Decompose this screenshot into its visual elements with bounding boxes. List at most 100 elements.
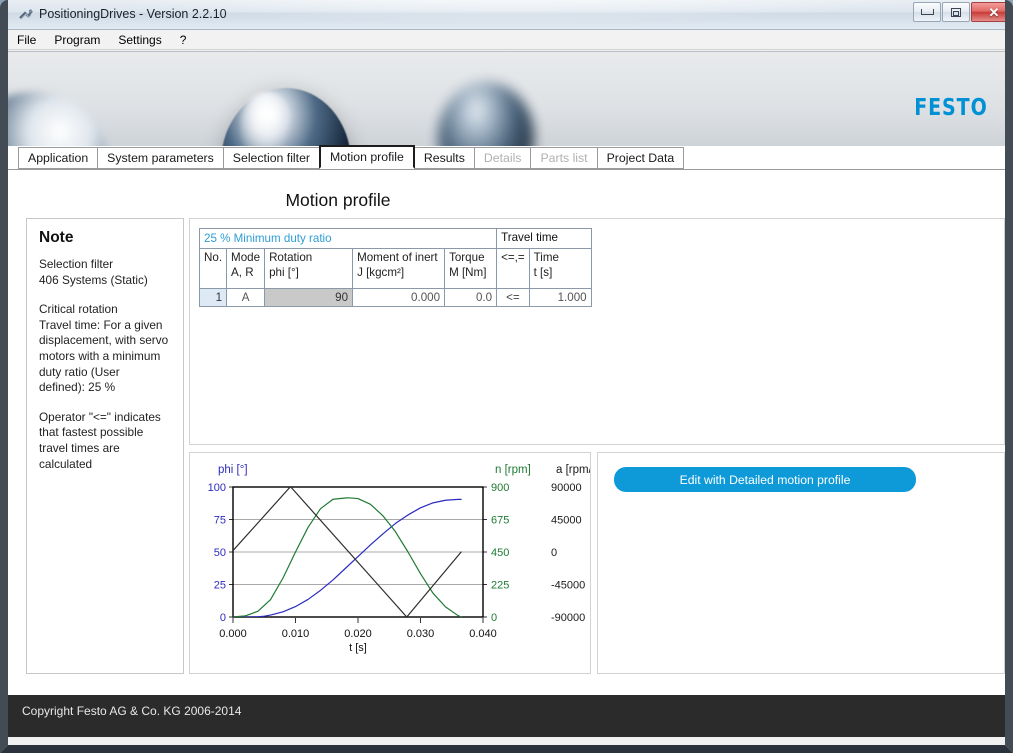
banner-sphere-left xyxy=(8,92,108,147)
note-line: Critical rotation xyxy=(39,302,118,317)
note-heading: Note xyxy=(39,229,74,246)
group-header-duty-ratio: 25 % Minimum duty ratio xyxy=(198,228,498,249)
cell-time[interactable]: 1.000 xyxy=(528,288,592,307)
tab-application[interactable]: Application xyxy=(18,147,99,169)
tab-parts-list: Parts list xyxy=(530,147,598,169)
tab-results[interactable]: Results xyxy=(413,147,475,169)
col-header-rotation: Rotation phi [°] xyxy=(264,248,354,289)
note-line: 406 Systems (Static) xyxy=(39,272,148,287)
svg-text:675: 675 xyxy=(491,515,509,527)
svg-text:225: 225 xyxy=(491,580,509,592)
svg-text:phi [°]: phi [°] xyxy=(218,464,248,476)
col-header-operator: <=,= xyxy=(496,248,530,289)
table-header-row: No. Mode A, R Rotation phi [°] Moment of… xyxy=(198,248,592,289)
minimize-button[interactable] xyxy=(913,2,941,22)
svg-text:0: 0 xyxy=(551,547,557,559)
status-bar: Copyright Festo AG & Co. KG 2006-2014 xyxy=(8,695,1005,737)
col-header-rotation-line1: Rotation xyxy=(269,251,313,264)
svg-text:0: 0 xyxy=(491,612,497,624)
svg-text:75: 75 xyxy=(214,515,226,527)
col-header-no: No. xyxy=(198,248,228,289)
col-header-time-line1: Time xyxy=(533,251,559,264)
menu-item-file[interactable]: File xyxy=(8,31,45,49)
tab-project-data[interactable]: Project Data xyxy=(596,147,685,169)
note-line: Operator "<=" indicates xyxy=(39,409,161,424)
motion-profile-table-panel: 25 % Minimum duty ratio Travel time No. … xyxy=(189,218,1005,445)
col-header-mode: Mode A, R xyxy=(226,248,266,289)
table-group-header-row: 25 % Minimum duty ratio Travel time xyxy=(198,228,592,249)
tab-strip: Application System parameters Selection … xyxy=(8,145,1005,170)
col-header-time: Time t [s] xyxy=(528,248,592,289)
copyright-text: Copyright Festo AG & Co. KG 2006-2014 xyxy=(22,704,242,718)
cell-no: 1 xyxy=(198,288,228,307)
svg-text:25: 25 xyxy=(214,580,226,592)
svg-text:0.020: 0.020 xyxy=(344,628,372,640)
note-spacer xyxy=(39,288,171,302)
svg-text:100: 100 xyxy=(208,482,226,494)
page-content: Motion profile Note Selection filter 406… xyxy=(8,170,1005,695)
col-header-no-line1: No. xyxy=(204,251,223,264)
col-header-torque-line1: Torque xyxy=(449,251,485,264)
col-header-moment-line1: Moment of inert xyxy=(357,251,438,264)
svg-text:a [rpm/s]: a [rpm/s] xyxy=(556,464,590,476)
close-icon: ✕ xyxy=(988,4,1000,20)
tab-details: Details xyxy=(473,147,532,169)
table-row[interactable]: 1 A 90 0.000 0.0 <= 1.000 xyxy=(198,288,592,307)
brand-banner: FESTO xyxy=(8,51,1005,147)
group-header-travel-time: Travel time xyxy=(496,228,592,249)
svg-text:0.030: 0.030 xyxy=(407,628,435,640)
svg-text:900: 900 xyxy=(491,482,509,494)
col-header-operator-line1: <=,= xyxy=(501,251,525,264)
title-bar: PositioningDrives - Version 2.2.10 ✕ xyxy=(8,0,1005,30)
note-panel: Note Selection filter 406 Systems (Stati… xyxy=(26,218,184,674)
menu-bar: File Program Settings ? xyxy=(8,30,1005,50)
edit-detailed-motion-profile-button[interactable]: Edit with Detailed motion profile xyxy=(614,467,916,492)
tab-motion-profile[interactable]: Motion profile xyxy=(319,145,415,169)
svg-text:45000: 45000 xyxy=(551,515,582,527)
banner-sphere-blurred xyxy=(438,82,534,147)
note-line: calculated xyxy=(39,456,93,471)
cell-moment-of-inertia[interactable]: 0.000 xyxy=(352,288,446,307)
maximize-icon xyxy=(951,7,961,17)
svg-text:t [s]: t [s] xyxy=(349,642,367,654)
col-header-torque-line2: M [Nm] xyxy=(449,265,487,279)
svg-text:50: 50 xyxy=(214,547,226,559)
maximize-button[interactable] xyxy=(942,2,970,22)
note-line: Travel time: For a given xyxy=(39,317,163,332)
note-line: duty ratio (User xyxy=(39,364,120,379)
tab-system-parameters[interactable]: System parameters xyxy=(97,147,224,169)
menu-item-settings[interactable]: Settings xyxy=(109,31,170,49)
svg-text:0: 0 xyxy=(220,612,226,624)
svg-text:450: 450 xyxy=(491,547,509,559)
note-line: displacement, with servo xyxy=(39,333,169,348)
cell-mode[interactable]: A xyxy=(226,288,266,307)
svg-text:0.000: 0.000 xyxy=(219,628,247,640)
menu-item-program[interactable]: Program xyxy=(45,31,109,49)
action-panel: Edit with Detailed motion profile xyxy=(597,452,1005,674)
motion-profile-table: 25 % Minimum duty ratio Travel time No. … xyxy=(198,228,592,307)
festo-logo: FESTO xyxy=(914,95,988,121)
menu-item-help[interactable]: ? xyxy=(171,31,196,49)
col-header-rotation-line2: phi [°] xyxy=(269,265,299,279)
col-header-mode-line1: Mode xyxy=(231,251,261,264)
cell-torque[interactable]: 0.0 xyxy=(444,288,498,307)
svg-text:0.040: 0.040 xyxy=(469,628,497,640)
minimize-icon xyxy=(920,9,934,15)
window-title: PositioningDrives - Version 2.2.10 xyxy=(39,7,227,21)
svg-text:-90000: -90000 xyxy=(551,612,585,624)
motion-profile-chart: phi [°] n [rpm] a [rpm/s] 0 25 50 75 100 0 225 450… xyxy=(208,464,590,654)
close-button[interactable]: ✕ xyxy=(971,2,1005,22)
note-line: Selection filter xyxy=(39,257,114,271)
window-controls: ✕ xyxy=(913,2,1005,22)
col-header-torque: Torque M [Nm] xyxy=(444,248,498,289)
col-header-moment-of-inertia: Moment of inert J [kgcm²] xyxy=(352,248,446,289)
note-line: defined): 25 % xyxy=(39,380,116,395)
app-icon xyxy=(19,9,33,20)
tab-selection-filter[interactable]: Selection filter xyxy=(222,147,321,169)
svg-text:0.010: 0.010 xyxy=(282,628,310,640)
svg-text:90000: 90000 xyxy=(551,482,582,494)
cell-operator[interactable]: <= xyxy=(496,288,530,307)
note-line: travel times are xyxy=(39,440,120,455)
note-line: motors with a minimum xyxy=(39,348,161,363)
cell-rotation[interactable]: 90 xyxy=(264,288,354,307)
